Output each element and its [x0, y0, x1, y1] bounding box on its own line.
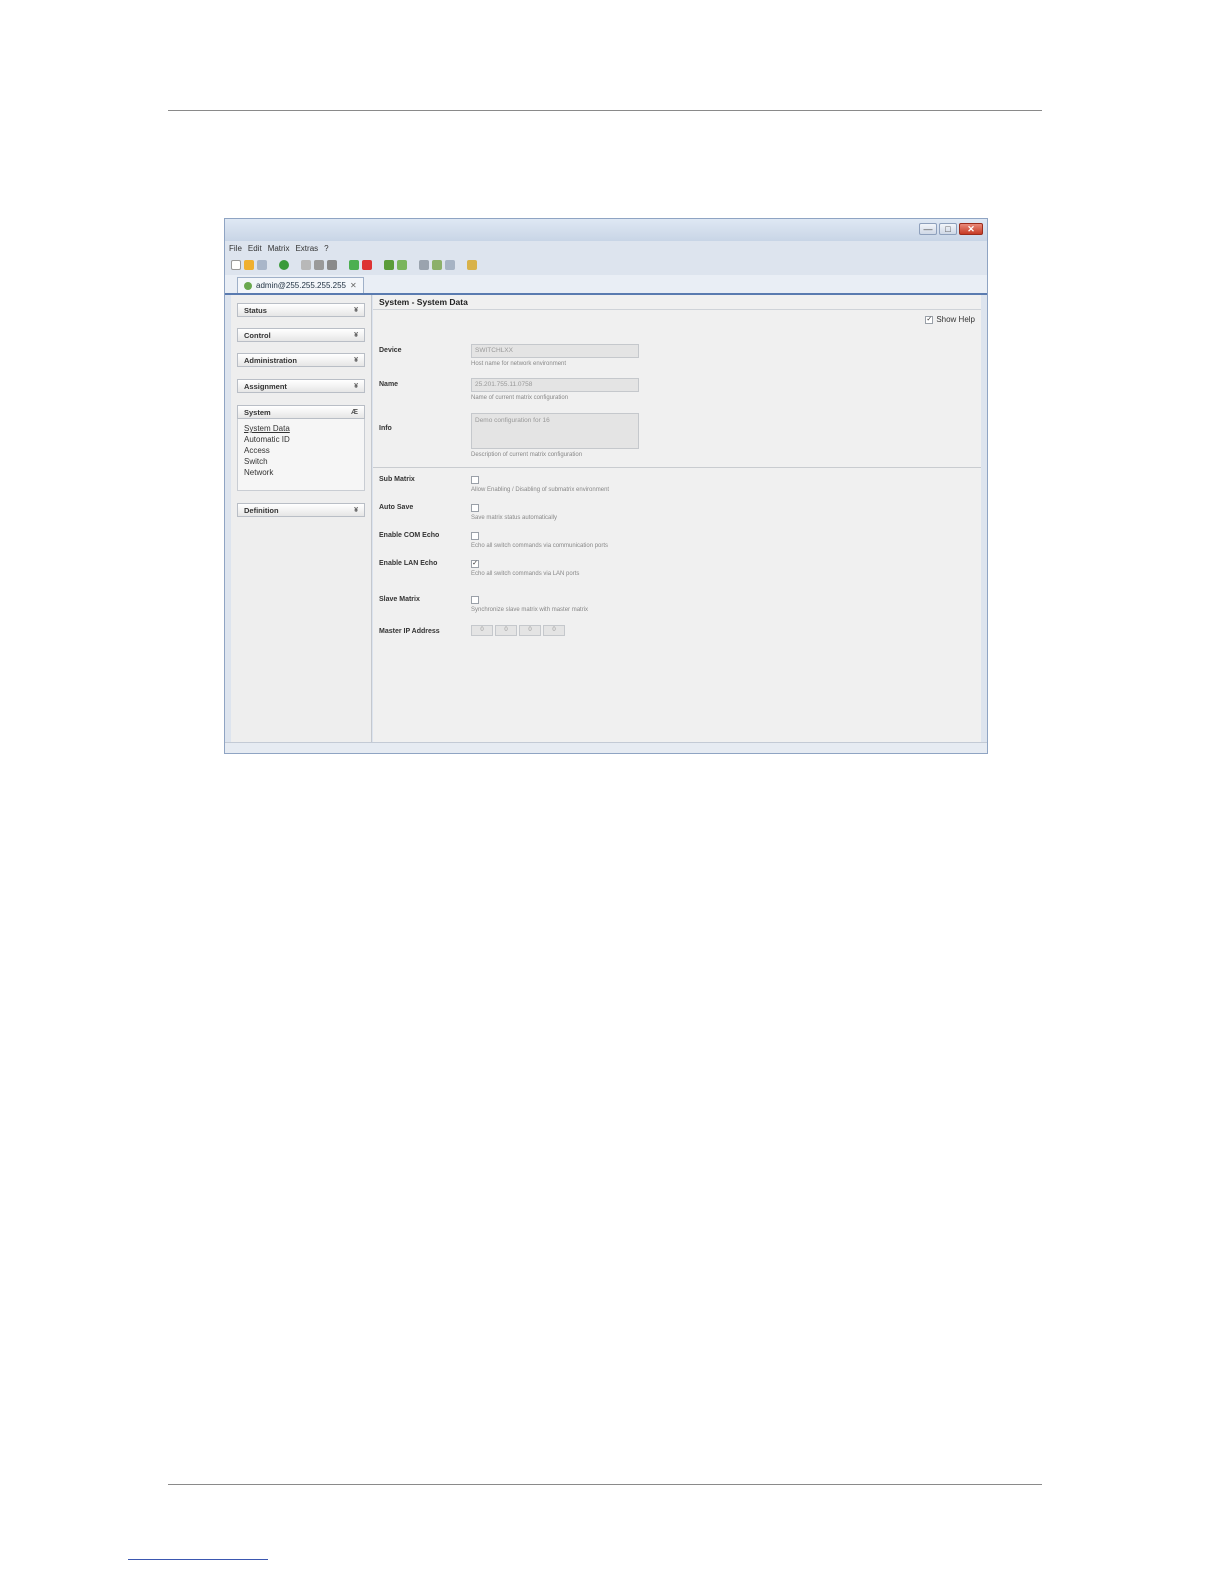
sidebar-item-access[interactable]: Access	[244, 445, 358, 456]
com-echo-checkbox[interactable]	[471, 532, 479, 540]
section-divider	[373, 467, 981, 468]
close-button[interactable]: ✕	[959, 223, 983, 235]
auto-save-help: Save matrix status automatically	[471, 515, 558, 521]
footnote-link-underline	[128, 1559, 268, 1560]
lan-echo-help: Echo all switch commands via LAN ports	[471, 571, 580, 577]
sidebar-item-automatic-id[interactable]: Automatic ID	[244, 434, 358, 445]
settings-icon[interactable]	[467, 260, 477, 270]
info-field[interactable]: Demo configuration for 16	[471, 413, 639, 449]
minimize-button[interactable]: —	[919, 223, 937, 235]
sub-matrix-checkbox[interactable]	[471, 476, 479, 484]
sub-matrix-label: Sub Matrix	[379, 476, 415, 483]
tab-strip: admin@255.255.255.255 ✕	[225, 275, 987, 295]
document-icon[interactable]	[419, 260, 429, 270]
sidebar-section-status[interactable]: Status ¥	[237, 303, 365, 317]
show-help-toggle[interactable]: ✓ Show Help	[925, 315, 975, 324]
tab-connection[interactable]: admin@255.255.255.255 ✕	[237, 277, 364, 293]
menu-bar: File Edit Matrix Extras ?	[229, 243, 329, 255]
system-section-items: System Data Automatic ID Access Switch N…	[237, 419, 365, 491]
com-echo-label: Enable COM Echo	[379, 532, 440, 539]
connect-icon[interactable]	[349, 260, 359, 270]
disconnect-icon[interactable]	[362, 260, 372, 270]
content-panel: System - System Data ✓ Show Help Device …	[373, 295, 981, 745]
name-field[interactable]: 25.201.755.11.0758	[471, 378, 639, 392]
chevron-down-icon: ¥	[354, 383, 358, 390]
app-window: — □ ✕ File Edit Matrix Extras ? admin@25…	[224, 218, 988, 754]
show-help-label: Show Help	[936, 315, 975, 324]
upload-icon[interactable]	[384, 260, 394, 270]
paste-icon[interactable]	[327, 260, 337, 270]
title-divider	[373, 309, 981, 310]
ip-octet-4[interactable]: 0	[543, 625, 565, 636]
toolbar	[231, 257, 477, 273]
monitor-icon[interactable]	[445, 260, 455, 270]
name-help: Name of current matrix configuration	[471, 395, 569, 401]
footer-rule	[168, 1484, 1042, 1485]
sidebar-item-switch[interactable]: Switch	[244, 456, 358, 467]
chevron-up-icon: Æ	[351, 409, 358, 416]
title-bar: — □ ✕	[225, 219, 987, 241]
ip-octet-2[interactable]: 0	[495, 625, 517, 636]
save-icon[interactable]	[257, 260, 267, 270]
export-icon[interactable]	[432, 260, 442, 270]
lan-echo-checkbox[interactable]: ✓	[471, 560, 479, 568]
sidebar-item-system-data[interactable]: System Data	[244, 423, 358, 434]
menu-matrix[interactable]: Matrix	[268, 243, 290, 255]
name-label: Name	[379, 381, 399, 388]
device-field[interactable]: SWITCHLXX	[471, 344, 639, 358]
show-help-checkbox[interactable]: ✓	[925, 315, 934, 324]
sidebar: Status ¥ Control ¥ Administration ¥ Assi…	[231, 295, 372, 745]
connection-status-icon	[244, 281, 252, 290]
menu-edit[interactable]: Edit	[248, 243, 262, 255]
slave-matrix-label: Slave Matrix	[379, 596, 420, 603]
device-label: Device	[379, 347, 402, 354]
ip-octet-1[interactable]: 0	[471, 625, 493, 636]
copy-icon[interactable]	[314, 260, 324, 270]
sidebar-section-assignment[interactable]: Assignment ¥	[237, 379, 365, 393]
com-echo-help: Echo all switch commands via communicati…	[471, 543, 609, 549]
device-help: Host name for network environment	[471, 361, 567, 367]
page-title: System - System Data	[379, 297, 468, 307]
refresh-icon[interactable]	[279, 260, 289, 270]
status-bar	[225, 742, 987, 753]
sidebar-section-administration[interactable]: Administration ¥	[237, 353, 365, 367]
slave-matrix-checkbox[interactable]	[471, 596, 479, 604]
chevron-down-icon: ¥	[354, 507, 358, 514]
master-ip-input: 0 0 0 0	[471, 625, 565, 636]
sidebar-section-system[interactable]: System Æ	[237, 405, 365, 419]
menu-help[interactable]: ?	[324, 243, 328, 255]
new-file-icon[interactable]	[231, 260, 241, 270]
download-icon[interactable]	[397, 260, 407, 270]
chevron-down-icon: ¥	[354, 332, 358, 339]
master-ip-label: Master IP Address	[379, 628, 440, 635]
menu-extras[interactable]: Extras	[295, 243, 318, 255]
menu-file[interactable]: File	[229, 243, 242, 255]
maximize-button[interactable]: □	[939, 223, 957, 235]
chevron-down-icon: ¥	[354, 307, 358, 314]
tab-label: admin@255.255.255.255	[256, 281, 346, 290]
ip-octet-3[interactable]: 0	[519, 625, 541, 636]
lan-echo-label: Enable LAN Echo	[379, 560, 438, 567]
header-rule	[168, 110, 1042, 111]
tab-close-icon[interactable]: ✕	[350, 278, 357, 293]
chevron-down-icon: ¥	[354, 357, 358, 364]
info-label: Info	[379, 425, 392, 432]
auto-save-checkbox[interactable]	[471, 504, 479, 512]
auto-save-label: Auto Save	[379, 504, 414, 511]
info-help: Description of current matrix configurat…	[471, 452, 583, 458]
sidebar-section-control[interactable]: Control ¥	[237, 328, 365, 342]
sidebar-item-network[interactable]: Network	[244, 467, 358, 478]
sidebar-section-definition[interactable]: Definition ¥	[237, 503, 365, 517]
open-folder-icon[interactable]	[244, 260, 254, 270]
slave-matrix-help: Synchronize slave matrix with master mat…	[471, 607, 589, 613]
delete-icon[interactable]	[301, 260, 311, 270]
sub-matrix-help: Allow Enabling / Disabling of submatrix …	[471, 487, 610, 493]
